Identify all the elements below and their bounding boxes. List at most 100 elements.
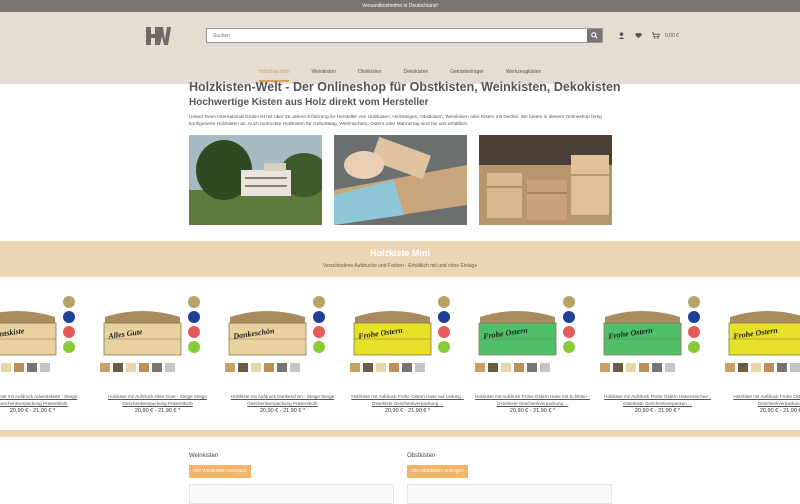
product-name-link[interactable]: Holzkiste mit Aufdruck Alles Gute - Stei… <box>95 393 220 407</box>
color-option[interactable] <box>152 363 162 372</box>
search-icon <box>591 32 598 39</box>
variant-swatch[interactable] <box>563 341 575 353</box>
color-option[interactable] <box>350 363 360 372</box>
product-price: 20,90 € - 21,90 € * <box>259 408 306 414</box>
color-option[interactable] <box>1 363 11 372</box>
color-option[interactable] <box>100 363 110 372</box>
header: 0,00 € <box>0 12 800 62</box>
color-option[interactable] <box>665 363 675 372</box>
color-option[interactable] <box>113 363 123 372</box>
product-name-link[interactable]: Holzkiste mit Aufdruck Frohe Ostern Hase… <box>345 393 470 407</box>
shipping-banner: Versandkostenfrei in Deutschland! <box>0 0 800 12</box>
variant-swatch[interactable] <box>188 326 200 338</box>
color-option[interactable] <box>600 363 610 372</box>
color-options <box>100 363 175 372</box>
color-option[interactable] <box>264 363 274 372</box>
color-option[interactable] <box>613 363 623 372</box>
variant-swatch[interactable] <box>188 296 200 308</box>
color-option[interactable] <box>501 363 511 372</box>
color-option[interactable] <box>363 363 373 372</box>
variant-swatch[interactable] <box>438 341 450 353</box>
color-option[interactable] <box>415 363 425 372</box>
color-option[interactable] <box>764 363 774 372</box>
color-option[interactable] <box>790 363 800 372</box>
product-price: 20,90 € - 21,90 € * <box>759 408 800 414</box>
category-card[interactable] <box>407 484 612 504</box>
page-title: Holzkisten-Welt - Der Onlineshop für Obs… <box>189 80 621 94</box>
color-option[interactable] <box>725 363 735 372</box>
variant-swatch[interactable] <box>688 296 700 308</box>
color-option[interactable] <box>238 363 248 372</box>
color-option[interactable] <box>40 363 50 372</box>
photo-gallery <box>189 135 612 225</box>
variant-swatch[interactable] <box>438 296 450 308</box>
variant-swatch[interactable] <box>63 341 75 353</box>
color-option[interactable] <box>165 363 175 372</box>
print-variant-swatches <box>63 296 77 356</box>
color-option[interactable] <box>777 363 787 372</box>
variant-swatch[interactable] <box>313 311 325 323</box>
product-name-link[interactable]: Holzkiste mit Aufdruck Adventskiste - St… <box>0 393 95 407</box>
color-option[interactable] <box>475 363 485 372</box>
cart-button[interactable]: 0,00 € <box>652 32 679 39</box>
show-all-obstkisten-button[interactable]: Alle Obstkisten anzeigen <box>407 465 468 478</box>
color-option[interactable] <box>751 363 761 372</box>
factory-building-photo <box>189 135 322 225</box>
color-options <box>225 363 300 372</box>
color-option[interactable] <box>126 363 136 372</box>
variant-swatch[interactable] <box>563 311 575 323</box>
search-input[interactable] <box>207 29 587 42</box>
color-option[interactable] <box>14 363 24 372</box>
color-option[interactable] <box>514 363 524 372</box>
product-name-link[interactable]: Holzkiste mit Aufdruck Frohe Ostern Hase… <box>595 393 720 407</box>
color-option[interactable] <box>389 363 399 372</box>
cart-icon <box>652 32 660 39</box>
logo-icon[interactable] <box>145 26 173 46</box>
product-name-link[interactable]: Holzkiste mit Aufdruck Frohe Ostern - Os… <box>720 393 800 407</box>
color-option[interactable] <box>376 363 386 372</box>
color-option[interactable] <box>738 363 748 372</box>
color-option[interactable] <box>277 363 287 372</box>
color-option[interactable] <box>626 363 636 372</box>
variant-swatch[interactable] <box>438 311 450 323</box>
color-option[interactable] <box>488 363 498 372</box>
color-option[interactable] <box>639 363 649 372</box>
show-all-weinkisten-button[interactable]: Alle Weinkisten anzeigen <box>189 465 251 478</box>
variant-swatch[interactable] <box>563 326 575 338</box>
wishlist-heart-icon[interactable] <box>635 32 642 39</box>
color-option[interactable] <box>225 363 235 372</box>
color-options <box>0 363 50 372</box>
product-price: 20,90 € - 21,90 € * <box>9 408 56 414</box>
category-card[interactable] <box>189 484 394 504</box>
color-option[interactable] <box>402 363 412 372</box>
variant-swatch[interactable] <box>63 311 75 323</box>
variant-swatch[interactable] <box>688 311 700 323</box>
color-option[interactable] <box>652 363 662 372</box>
variant-swatch[interactable] <box>188 311 200 323</box>
variant-swatch[interactable] <box>313 296 325 308</box>
variant-swatch[interactable] <box>313 341 325 353</box>
variant-swatch[interactable] <box>688 341 700 353</box>
variant-swatch[interactable] <box>563 296 575 308</box>
product-slider: AdventskisteHolzkiste mit Aufdruck Adven… <box>0 292 800 422</box>
color-option[interactable] <box>540 363 550 372</box>
variant-swatch[interactable] <box>313 326 325 338</box>
variant-swatch[interactable] <box>688 326 700 338</box>
category-title: Obstkisten <box>407 453 436 459</box>
variant-swatch[interactable] <box>63 326 75 338</box>
search-button[interactable] <box>587 29 602 42</box>
color-option[interactable] <box>251 363 261 372</box>
color-option[interactable] <box>290 363 300 372</box>
product-name-link[interactable]: Holzkiste mit Aufdruck Frohe Ostern Hase… <box>470 393 595 407</box>
variant-swatch[interactable] <box>438 326 450 338</box>
color-option[interactable] <box>527 363 537 372</box>
category-weinkisten: Weinkisten Alle Weinkisten anzeigen <box>189 453 394 504</box>
color-options <box>350 363 425 372</box>
variant-swatch[interactable] <box>63 296 75 308</box>
account-icon[interactable] <box>618 32 625 39</box>
category-banner-title: Holzkiste Mini <box>369 248 430 258</box>
product-name-link[interactable]: Holzkiste mit Aufdruck Dankeschön - Stei… <box>220 393 345 407</box>
color-option[interactable] <box>27 363 37 372</box>
color-option[interactable] <box>139 363 149 372</box>
variant-swatch[interactable] <box>188 341 200 353</box>
